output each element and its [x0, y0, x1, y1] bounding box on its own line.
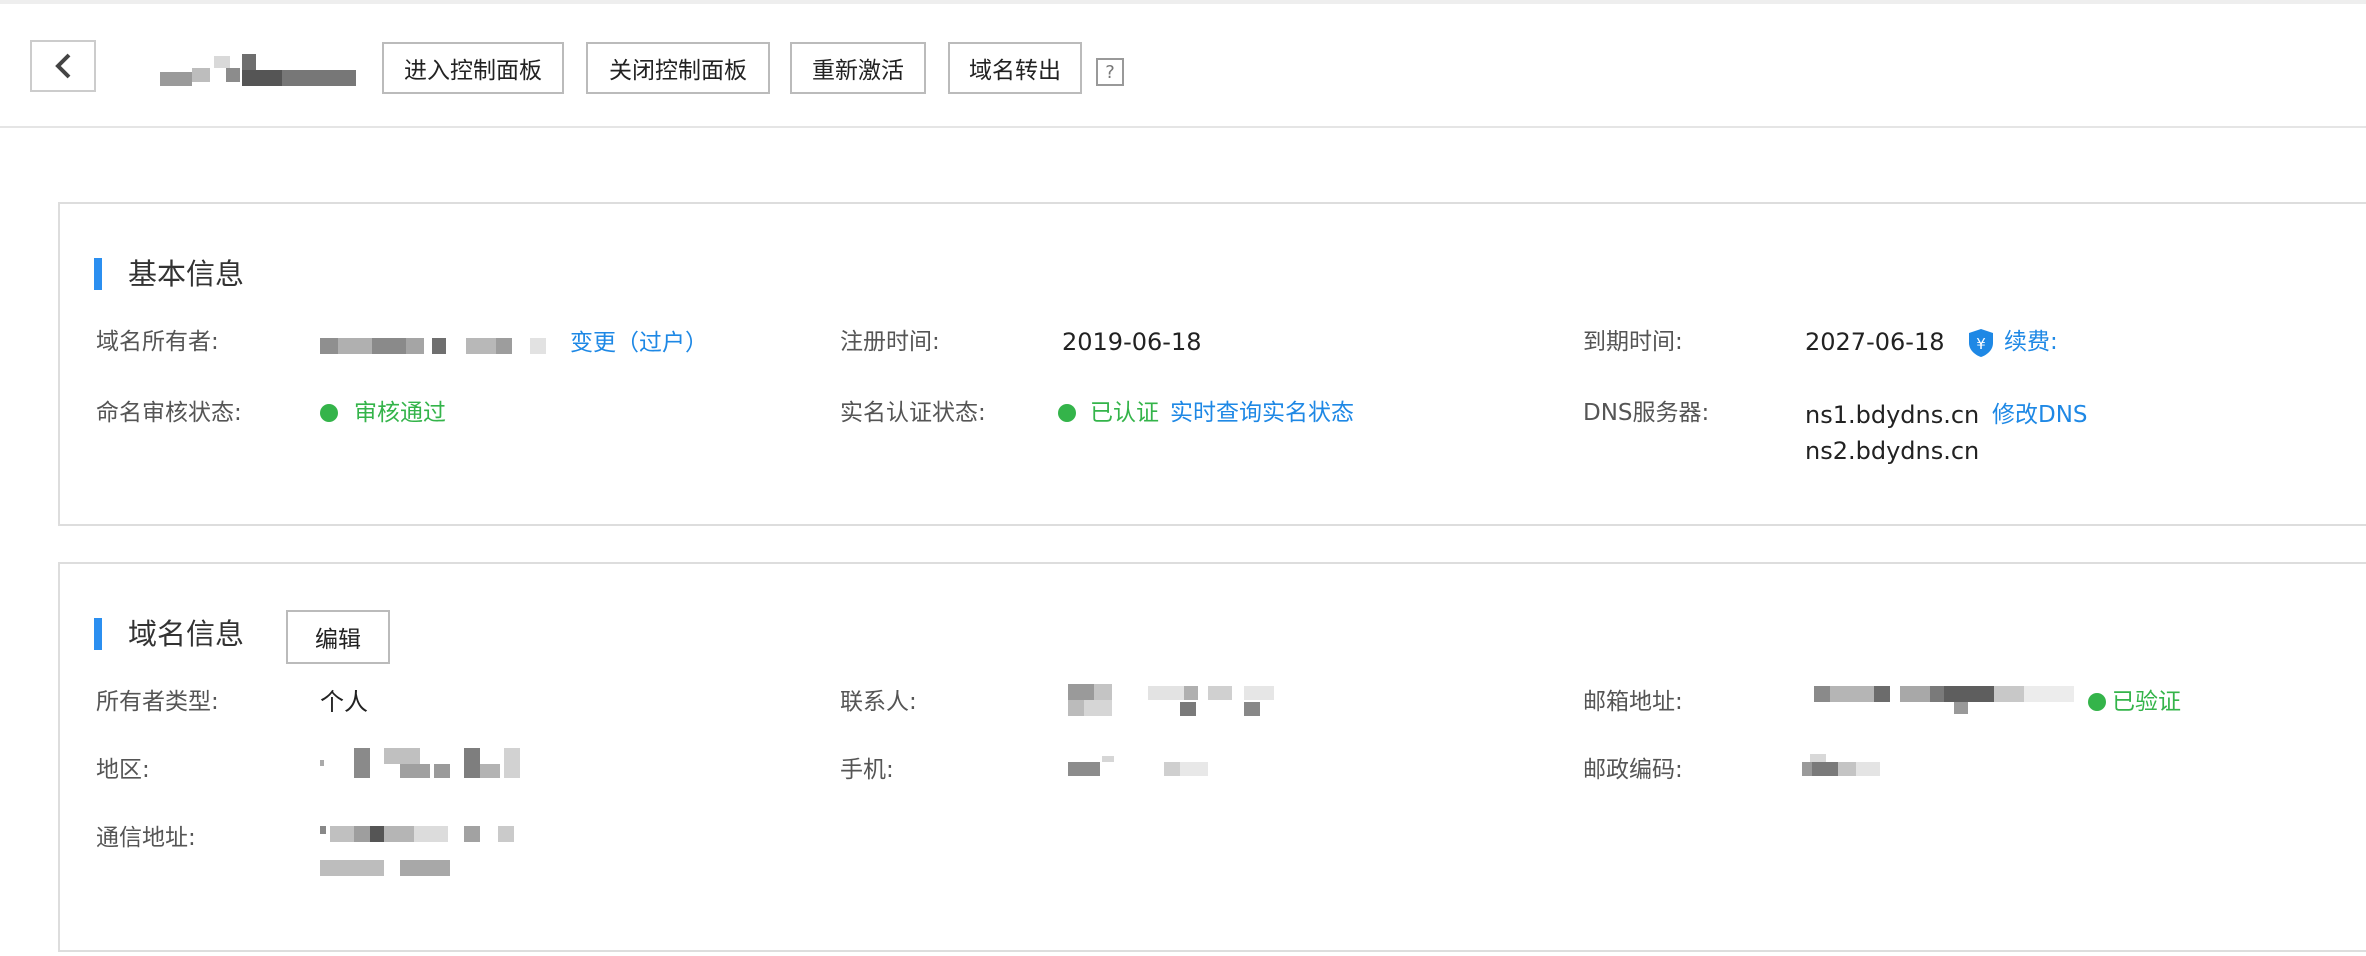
phone-value-pixelated	[1068, 756, 1208, 776]
yuan-shield-icon: ¥	[1969, 329, 1993, 357]
transfer-out-button[interactable]: 域名转出	[948, 42, 1082, 94]
close-control-panel-button[interactable]: 关闭控制面板	[586, 42, 770, 94]
status-dot-icon	[320, 404, 338, 422]
region-value-pixelated	[320, 748, 520, 778]
basic-info-card	[58, 202, 2366, 526]
region-label: 地区:	[96, 757, 150, 783]
edit-button[interactable]: 编辑	[286, 610, 390, 664]
contact-value-pixelated	[1068, 684, 1274, 716]
domain-info-title: 域名信息	[128, 617, 245, 651]
owner-value-pixelated	[320, 338, 546, 354]
status-dot-icon	[1058, 404, 1076, 422]
register-time-label: 注册时间:	[840, 329, 940, 355]
back-button[interactable]	[30, 40, 96, 92]
dns-server-1: ns1.bdydns.cn	[1805, 401, 1980, 429]
svg-text:¥: ¥	[1976, 335, 1986, 353]
owner-type-value: 个人	[320, 688, 368, 716]
modify-dns-link[interactable]: 修改DNS	[1992, 400, 2088, 430]
naming-review-label: 命名审核状态:	[96, 400, 242, 426]
postal-code-label: 邮政编码:	[1583, 757, 1683, 783]
contact-label: 联系人:	[840, 689, 917, 715]
dns-label: DNS服务器:	[1583, 400, 1710, 426]
verified-dot-icon	[2088, 693, 2106, 711]
header-toolbar: 进入控制面板 关闭控制面板 重新激活 域名转出 ?	[0, 4, 2366, 128]
address-label: 通信地址:	[96, 825, 196, 851]
owner-label: 域名所有者:	[96, 329, 219, 355]
email-label: 邮箱地址:	[1583, 689, 1683, 715]
owner-type-label: 所有者类型:	[96, 689, 219, 715]
domain-name-pixelated	[160, 54, 356, 86]
realname-query-link[interactable]: 实时查询实名状态	[1170, 398, 1354, 428]
email-value-pixelated	[1814, 686, 2074, 714]
postal-code-pixelated	[1802, 754, 1880, 776]
email-verified-status: 已验证	[2112, 689, 2181, 715]
section-accent-bar	[94, 618, 102, 650]
realname-status: 已认证	[1090, 400, 1159, 426]
realname-label: 实名认证状态:	[840, 400, 986, 426]
expire-time-value: 2027-06-18	[1805, 328, 1945, 356]
enter-control-panel-button[interactable]: 进入控制面板	[382, 42, 564, 94]
naming-review-status: 审核通过	[354, 400, 446, 426]
dns-server-2: ns2.bdydns.cn	[1805, 437, 1980, 465]
phone-label: 手机:	[840, 757, 894, 783]
expire-time-label: 到期时间:	[1583, 329, 1683, 355]
register-time-value: 2019-06-18	[1062, 328, 1202, 356]
renew-link[interactable]: 续费:	[2004, 327, 2058, 357]
section-accent-bar	[94, 258, 102, 290]
basic-info-title: 基本信息	[128, 257, 245, 291]
chevron-left-icon	[55, 53, 71, 79]
owner-transfer-link[interactable]: 变更（过户）	[570, 328, 708, 358]
reactivate-button[interactable]: 重新激活	[790, 42, 926, 94]
help-icon[interactable]: ?	[1096, 58, 1124, 86]
address-value-pixelated	[320, 826, 514, 876]
